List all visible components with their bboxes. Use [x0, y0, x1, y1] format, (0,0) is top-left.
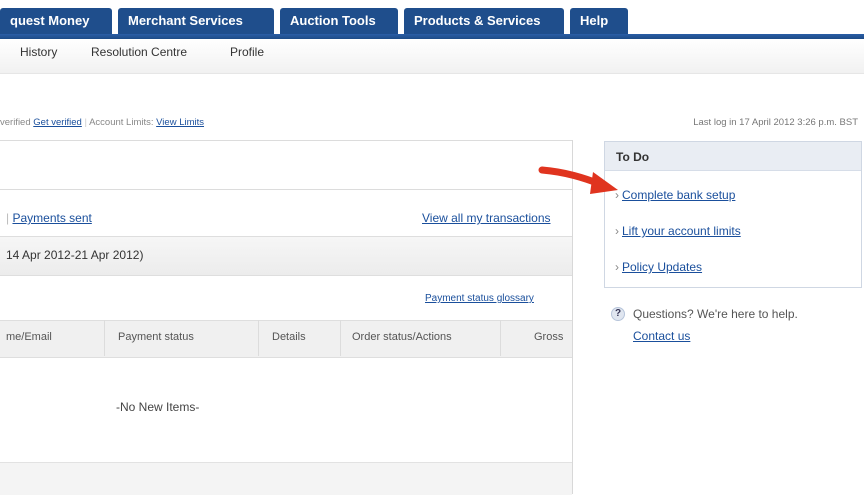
tab-merchant-services[interactable]: Merchant Services	[118, 8, 274, 34]
verification-status: verified	[0, 117, 31, 128]
payment-status-glossary-link[interactable]: Payment status glossary	[425, 293, 534, 304]
date-range-text: 14 Apr 2012-21 Apr 2012)	[6, 248, 144, 262]
transactions-panel	[0, 140, 573, 494]
view-limits-link[interactable]: View Limits	[156, 117, 204, 128]
todo-item-bank-setup[interactable]: › Complete bank setup	[615, 188, 735, 202]
todo-link[interactable]: Complete bank setup	[622, 188, 735, 202]
subnav-resolution-centre[interactable]: Resolution Centre	[91, 45, 187, 59]
status-divider: |	[84, 117, 87, 128]
todo-link[interactable]: Policy Updates	[622, 260, 702, 274]
column-order-status[interactable]: Order status/Actions	[352, 331, 452, 343]
empty-table-message: -No New Items-	[116, 400, 200, 414]
help-text: Questions? We're here to help.	[633, 307, 798, 321]
arrow-head	[590, 172, 618, 194]
tab-request-money[interactable]: quest Money	[0, 8, 112, 34]
column-divider	[500, 320, 501, 356]
question-icon: ?	[611, 307, 625, 321]
column-divider	[340, 320, 341, 356]
tab-auction-tools[interactable]: Auction Tools	[280, 8, 398, 34]
payments-sent-link[interactable]: Payments sent	[12, 211, 91, 225]
todo-item-lift-limits[interactable]: › Lift your account limits	[615, 224, 741, 238]
todo-title: To Do	[616, 150, 650, 164]
panel-header	[0, 140, 572, 190]
account-status-line: verified Get verified | Account Limits: …	[0, 117, 204, 128]
table-footer	[0, 462, 572, 495]
contact-us-link[interactable]: Contact us	[633, 329, 690, 343]
subnav-history[interactable]: History	[20, 45, 57, 59]
tab-products-services[interactable]: Products & Services	[404, 8, 564, 34]
get-verified-link[interactable]: Get verified	[33, 117, 82, 128]
todo-item-policy-updates[interactable]: › Policy Updates	[615, 260, 702, 274]
arrow-shaft	[538, 166, 604, 188]
account-limits-label: Account Limits:	[89, 117, 154, 128]
view-all-transactions-link[interactable]: View all my transactions	[422, 211, 551, 225]
column-divider	[258, 320, 259, 356]
tab-divider: |	[6, 211, 10, 225]
chevron-right-icon: ›	[615, 224, 619, 238]
chevron-right-icon: ›	[615, 260, 619, 274]
tab-help[interactable]: Help	[570, 8, 628, 34]
column-details[interactable]: Details	[272, 331, 306, 343]
column-name-email[interactable]: me/Email	[6, 331, 52, 343]
last-login-text: Last log in 17 April 2012 3:26 p.m. BST	[693, 117, 858, 128]
red-arrow-annotation	[538, 166, 618, 194]
todo-header: To Do	[605, 142, 861, 171]
column-gross[interactable]: Gross	[534, 331, 563, 343]
todo-box: To Do › Complete bank setup › Lift your ac…	[604, 141, 862, 288]
subnav-profile[interactable]: Profile	[230, 45, 264, 59]
todo-link[interactable]: Lift your account limits	[622, 224, 741, 238]
payments-sent-tab[interactable]: | Payments sent	[6, 211, 92, 225]
column-payment-status[interactable]: Payment status	[118, 331, 194, 343]
column-divider	[104, 320, 105, 356]
